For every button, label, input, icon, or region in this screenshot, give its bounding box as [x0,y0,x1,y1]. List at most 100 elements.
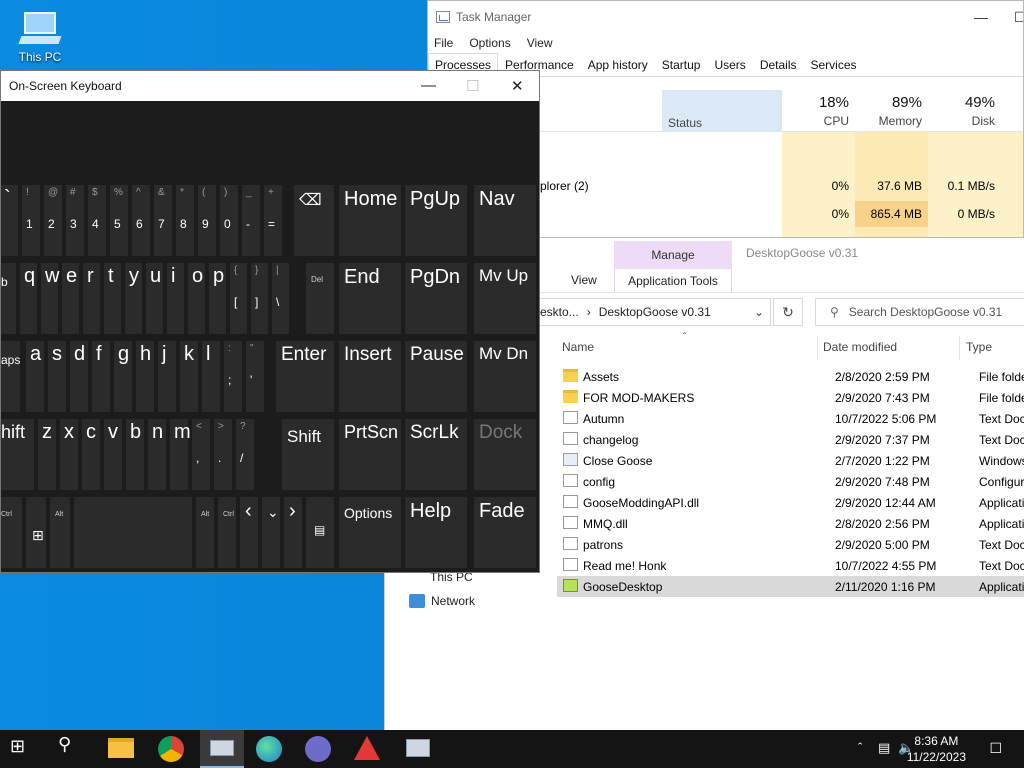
caps-key[interactable]: aps [1,340,21,413]
start-button[interactable]: ⊞ [10,736,40,766]
pgdn-key[interactable]: PgDn [404,262,468,335]
chevron-down-icon[interactable]: ⌄ [754,305,764,319]
char-key[interactable]: = + [263,184,283,257]
char-key[interactable]: /? [235,418,255,491]
nav-key[interactable]: Nav [473,184,537,257]
address-bar[interactable]: eskto... › DesktopGoose v0.31 ⌄ [535,298,771,326]
char-key[interactable]: g [113,340,133,413]
file-row[interactable]: GooseModdingAPI.dll 2/9/2020 12:44 AM Appl… [557,492,1024,513]
insert-key[interactable]: Insert [338,340,402,413]
file-row[interactable]: Close Goose 2/7/2020 1:22 PM Windows B [557,450,1024,471]
options-key[interactable]: Options [338,496,402,569]
char-key[interactable]: d [69,340,89,413]
char-key[interactable]: j [157,340,177,413]
char-key[interactable]: - _ [241,184,261,257]
file-row[interactable]: Autumn 10/7/2022 5:06 PM Text Docum [557,408,1024,429]
end-key[interactable]: End [338,262,402,335]
char-key[interactable]: 5% [109,184,129,257]
del-key[interactable]: Del [305,262,335,335]
clock[interactable]: 8:36 AM 11/22/2023 [907,733,966,765]
shift-right-key[interactable]: Shift [281,418,335,491]
file-row[interactable]: GooseDesktop 2/11/2020 1:16 PM Application [557,576,1024,597]
char-key[interactable]: ` [1,184,19,257]
char-key[interactable]: k [179,340,199,413]
left-arrow-key[interactable]: ‹ [239,496,259,569]
char-key[interactable]: e [61,262,80,335]
refresh-icon[interactable]: ↻ [773,298,803,326]
char-key[interactable]: c [81,418,101,491]
char-key[interactable]: ;: [223,340,243,413]
char-key[interactable]: 0) [219,184,239,257]
ctrl-key[interactable]: Ctrl [1,496,23,569]
char-key[interactable]: t [103,262,122,335]
address-folder[interactable]: DesktopGoose v0.31 [599,305,711,319]
menu-view[interactable]: View [527,36,553,50]
osk-taskbar-button[interactable] [200,730,244,768]
minimize-icon[interactable]: — [974,9,988,25]
close-icon[interactable]: ✕ [511,77,524,95]
char-key[interactable]: n [147,418,167,491]
backspace-key[interactable]: ⌫ [293,184,335,257]
char-key[interactable]: l [201,340,221,413]
warning-app-taskbar-icon[interactable] [354,736,380,760]
ctrl-right-key[interactable]: Ctrl [217,496,237,569]
view-tab[interactable]: View [571,273,597,287]
mv-up-key[interactable]: Mv Up [473,262,537,335]
char-key[interactable]: 9( [197,184,217,257]
file-row[interactable]: changelog 2/9/2020 7:37 PM Text Docum [557,429,1024,450]
char-key[interactable]: b [125,418,145,491]
memory-column-header[interactable]: 89% Memory [855,90,928,132]
char-key[interactable]: r [82,262,101,335]
char-key[interactable]: ]} [250,262,269,335]
char-key[interactable]: i [166,262,185,335]
help-key[interactable]: Help [404,496,468,569]
char-key[interactable]: 8 * [175,184,195,257]
down-arrow-key[interactable]: ⌄ [261,496,281,569]
right-arrow-key[interactable]: › [283,496,303,569]
minimize-icon[interactable]: — [421,77,436,94]
disk-column-header[interactable]: 49% Disk [928,90,1001,132]
tab-key[interactable]: b [1,262,17,335]
home-key[interactable]: Home [338,184,402,257]
char-key[interactable]: p [208,262,227,335]
tab-services[interactable]: Services [804,53,864,76]
name-column-header[interactable]: Name [562,340,594,354]
char-key[interactable]: u [145,262,164,335]
search-taskbar-button[interactable]: ⚲ [58,734,88,764]
menu-options[interactable]: Options [469,36,510,50]
char-key[interactable]: ' " [245,340,265,413]
manage-context-tab[interactable]: Manage [614,241,732,269]
file-row[interactable]: MMQ.dll 2/8/2020 2:56 PM Application [557,513,1024,534]
char-key[interactable]: y [124,262,143,335]
file-row[interactable]: patrons 2/9/2020 5:00 PM Text Docum [557,534,1024,555]
context-menu-key[interactable]: ▤ [305,496,335,569]
char-key[interactable]: . > [213,418,233,491]
char-key[interactable]: 7 & [153,184,173,257]
tab-startup[interactable]: Startup [655,53,708,76]
char-key[interactable]: f [91,340,111,413]
scrlk-key[interactable]: ScrLk [404,418,468,491]
app-taskbar-icon[interactable] [305,736,331,762]
char-key[interactable]: z [37,418,57,491]
tab-users[interactable]: Users [707,53,752,76]
char-key[interactable]: o [187,262,206,335]
tab-details[interactable]: Details [753,53,804,76]
char-key[interactable]: a [25,340,45,413]
chrome-taskbar-icon[interactable] [158,736,184,762]
char-key[interactable]: [{ [229,262,248,335]
file-row[interactable]: Read me! Honk 10/7/2022 4:55 PM Text Docum [557,555,1024,576]
char-key[interactable]: w [40,262,59,335]
char-key[interactable]: m [169,418,191,491]
cpu-column-header[interactable]: 18% CPU [782,90,855,132]
shift-left-key[interactable]: hift [1,418,35,491]
mv-dn-key[interactable]: Mv Dn [473,340,537,413]
char-key[interactable]: q [19,262,38,335]
file-row[interactable]: FOR MOD-MAKERS 2/9/2020 7:43 PM File folde… [557,387,1024,408]
application-tools-tab[interactable]: Application Tools [614,269,732,293]
pgup-key[interactable]: PgUp [404,184,468,257]
char-key[interactable]: v [103,418,123,491]
char-key[interactable]: 6 ^ [131,184,151,257]
char-key[interactable]: 4 $ [87,184,107,257]
char-key[interactable]: x [59,418,79,491]
type-column-header[interactable]: Type [966,340,992,354]
